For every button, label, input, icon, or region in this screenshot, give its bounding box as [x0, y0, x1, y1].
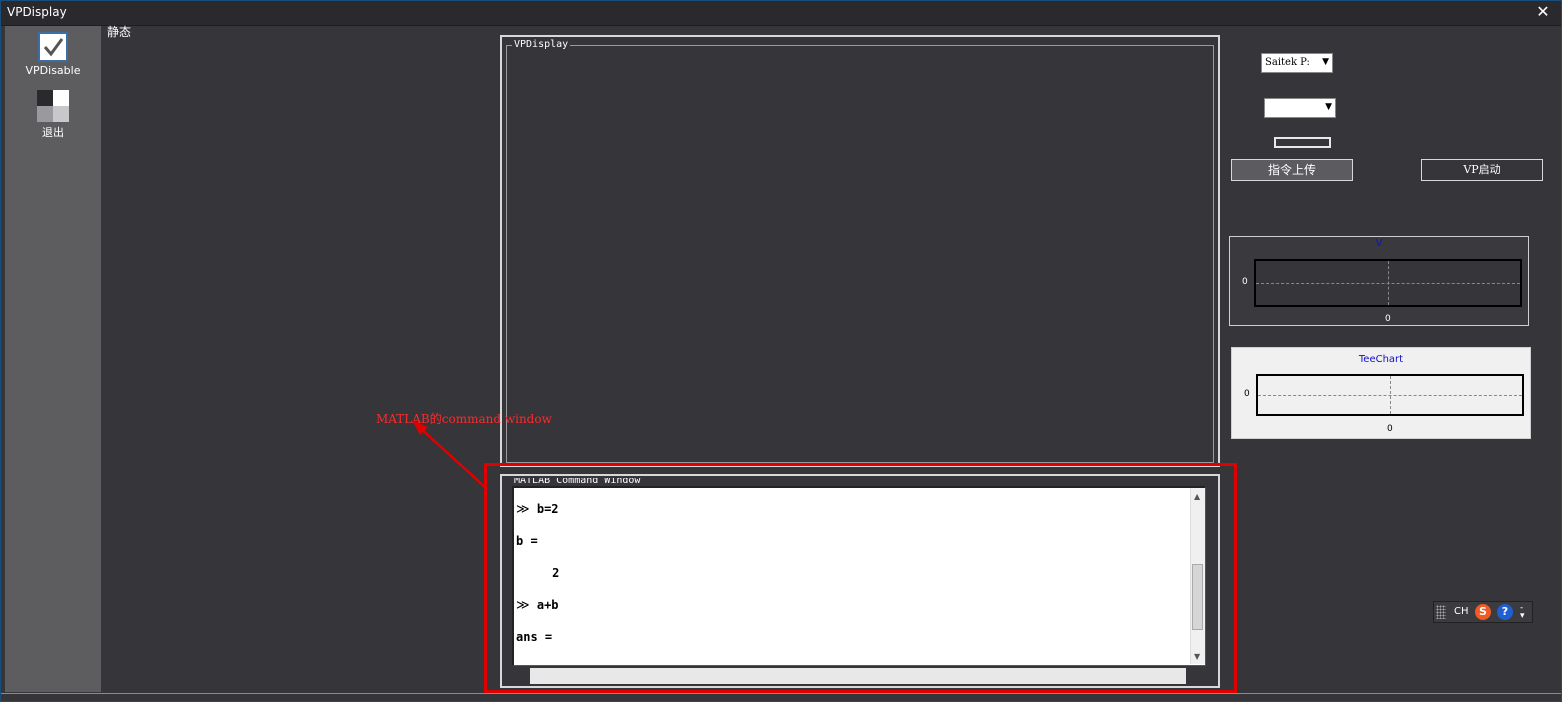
- tee-chart-y-tick: 0: [1244, 389, 1250, 399]
- scroll-up-icon[interactable]: ▲: [1194, 492, 1200, 501]
- annotation-arrow-icon: [412, 420, 487, 489]
- command-text: a+b: [536, 598, 559, 612]
- vp-start-button[interactable]: VP启动: [1421, 159, 1543, 181]
- horizontal-scrollbar[interactable]: [530, 668, 1186, 684]
- prompt-icon: ≫: [516, 598, 530, 613]
- status-label: 静态: [107, 25, 132, 39]
- tee-chart-title: TeeChart: [1358, 354, 1404, 365]
- secondary-select[interactable]: ▼: [1264, 98, 1336, 118]
- exit-icon: [37, 90, 69, 122]
- exit-label: 退出: [42, 126, 64, 139]
- command-line: ≫ a+b: [516, 598, 559, 613]
- device-select[interactable]: Saitek P: ▼: [1261, 53, 1333, 73]
- chevron-down-icon: ▼: [1325, 102, 1332, 112]
- vpdisplay-group-title: VPDisplay: [512, 39, 571, 50]
- v-chart-vgrid: [1388, 261, 1389, 305]
- command-text: ans =: [516, 630, 553, 644]
- ime-toolbar[interactable]: CH S ? - ▾: [1433, 601, 1533, 623]
- upload-command-button[interactable]: 指令上传: [1231, 159, 1353, 181]
- command-text: b=2: [536, 502, 559, 516]
- v-chart-title: V: [1375, 238, 1383, 249]
- left-toolbar: VPDisable 退出: [5, 26, 101, 692]
- prompt-icon: ≫: [516, 502, 530, 517]
- command-line: ≫ b=2: [516, 502, 559, 517]
- close-icon[interactable]: ✕: [1534, 2, 1552, 22]
- v-chart: V 0 0: [1229, 236, 1529, 326]
- command-text: b =: [516, 534, 538, 548]
- device-select-value: Saitek P:: [1265, 57, 1310, 68]
- title-bar: VPDisplay ✕: [0, 0, 1562, 26]
- checkbox-icon: [38, 32, 68, 62]
- scroll-thumb[interactable]: [1192, 564, 1203, 630]
- vpdisable-label: VPDisable: [25, 64, 81, 77]
- command-window-group: MATLAB Command Window ≫ b=2 b = 2 ≫ a+b …: [500, 474, 1220, 688]
- vpdisable-button[interactable]: VPDisable: [5, 32, 101, 77]
- tee-chart: TeeChart 0 0: [1231, 347, 1531, 439]
- v-chart-x-tick: 0: [1385, 314, 1391, 324]
- menu-icon[interactable]: - ▾: [1520, 604, 1525, 621]
- chevron-down-icon: ▼: [1322, 57, 1329, 67]
- command-text: 2: [516, 566, 560, 580]
- tee-chart-plot-area: [1256, 374, 1524, 416]
- vpdisplay-frame: [506, 45, 1214, 463]
- window-title: VPDisplay: [7, 5, 67, 19]
- command-line: 2: [516, 566, 559, 580]
- exit-button[interactable]: 退出: [5, 90, 101, 140]
- tee-chart-x-tick: 0: [1387, 424, 1393, 434]
- tee-chart-vgrid: [1390, 376, 1391, 414]
- v-chart-plot-area: [1254, 259, 1522, 307]
- help-icon[interactable]: ?: [1497, 604, 1513, 620]
- scroll-down-icon[interactable]: ▼: [1194, 652, 1200, 661]
- command-line: ans =: [516, 630, 552, 644]
- v-chart-y-tick: 0: [1242, 277, 1248, 287]
- command-output: ≫ b=2 b = 2 ≫ a+b ans =: [514, 488, 1204, 664]
- ime-language-label[interactable]: CH: [1454, 606, 1469, 617]
- command-window-title: MATLAB Command Window: [512, 478, 643, 484]
- command-window[interactable]: ≫ b=2 b = 2 ≫ a+b ans = ▲ ▼: [512, 486, 1206, 666]
- grip-icon[interactable]: [1436, 605, 1446, 619]
- bottom-divider: [0, 693, 1562, 694]
- vertical-scrollbar[interactable]: ▲ ▼: [1190, 488, 1205, 664]
- sogou-icon[interactable]: S: [1475, 604, 1491, 620]
- command-line: b =: [516, 534, 538, 548]
- small-input-field[interactable]: [1274, 137, 1331, 148]
- vpdisplay-group: VPDisplay: [500, 35, 1220, 467]
